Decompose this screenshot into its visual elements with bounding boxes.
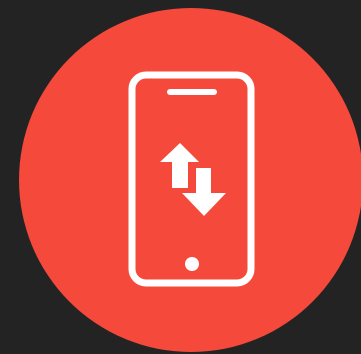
app-icon [19,8,361,352]
circle-badge [19,8,361,352]
smartphone-home-button [185,257,199,271]
app-icon-canvas [0,0,361,354]
